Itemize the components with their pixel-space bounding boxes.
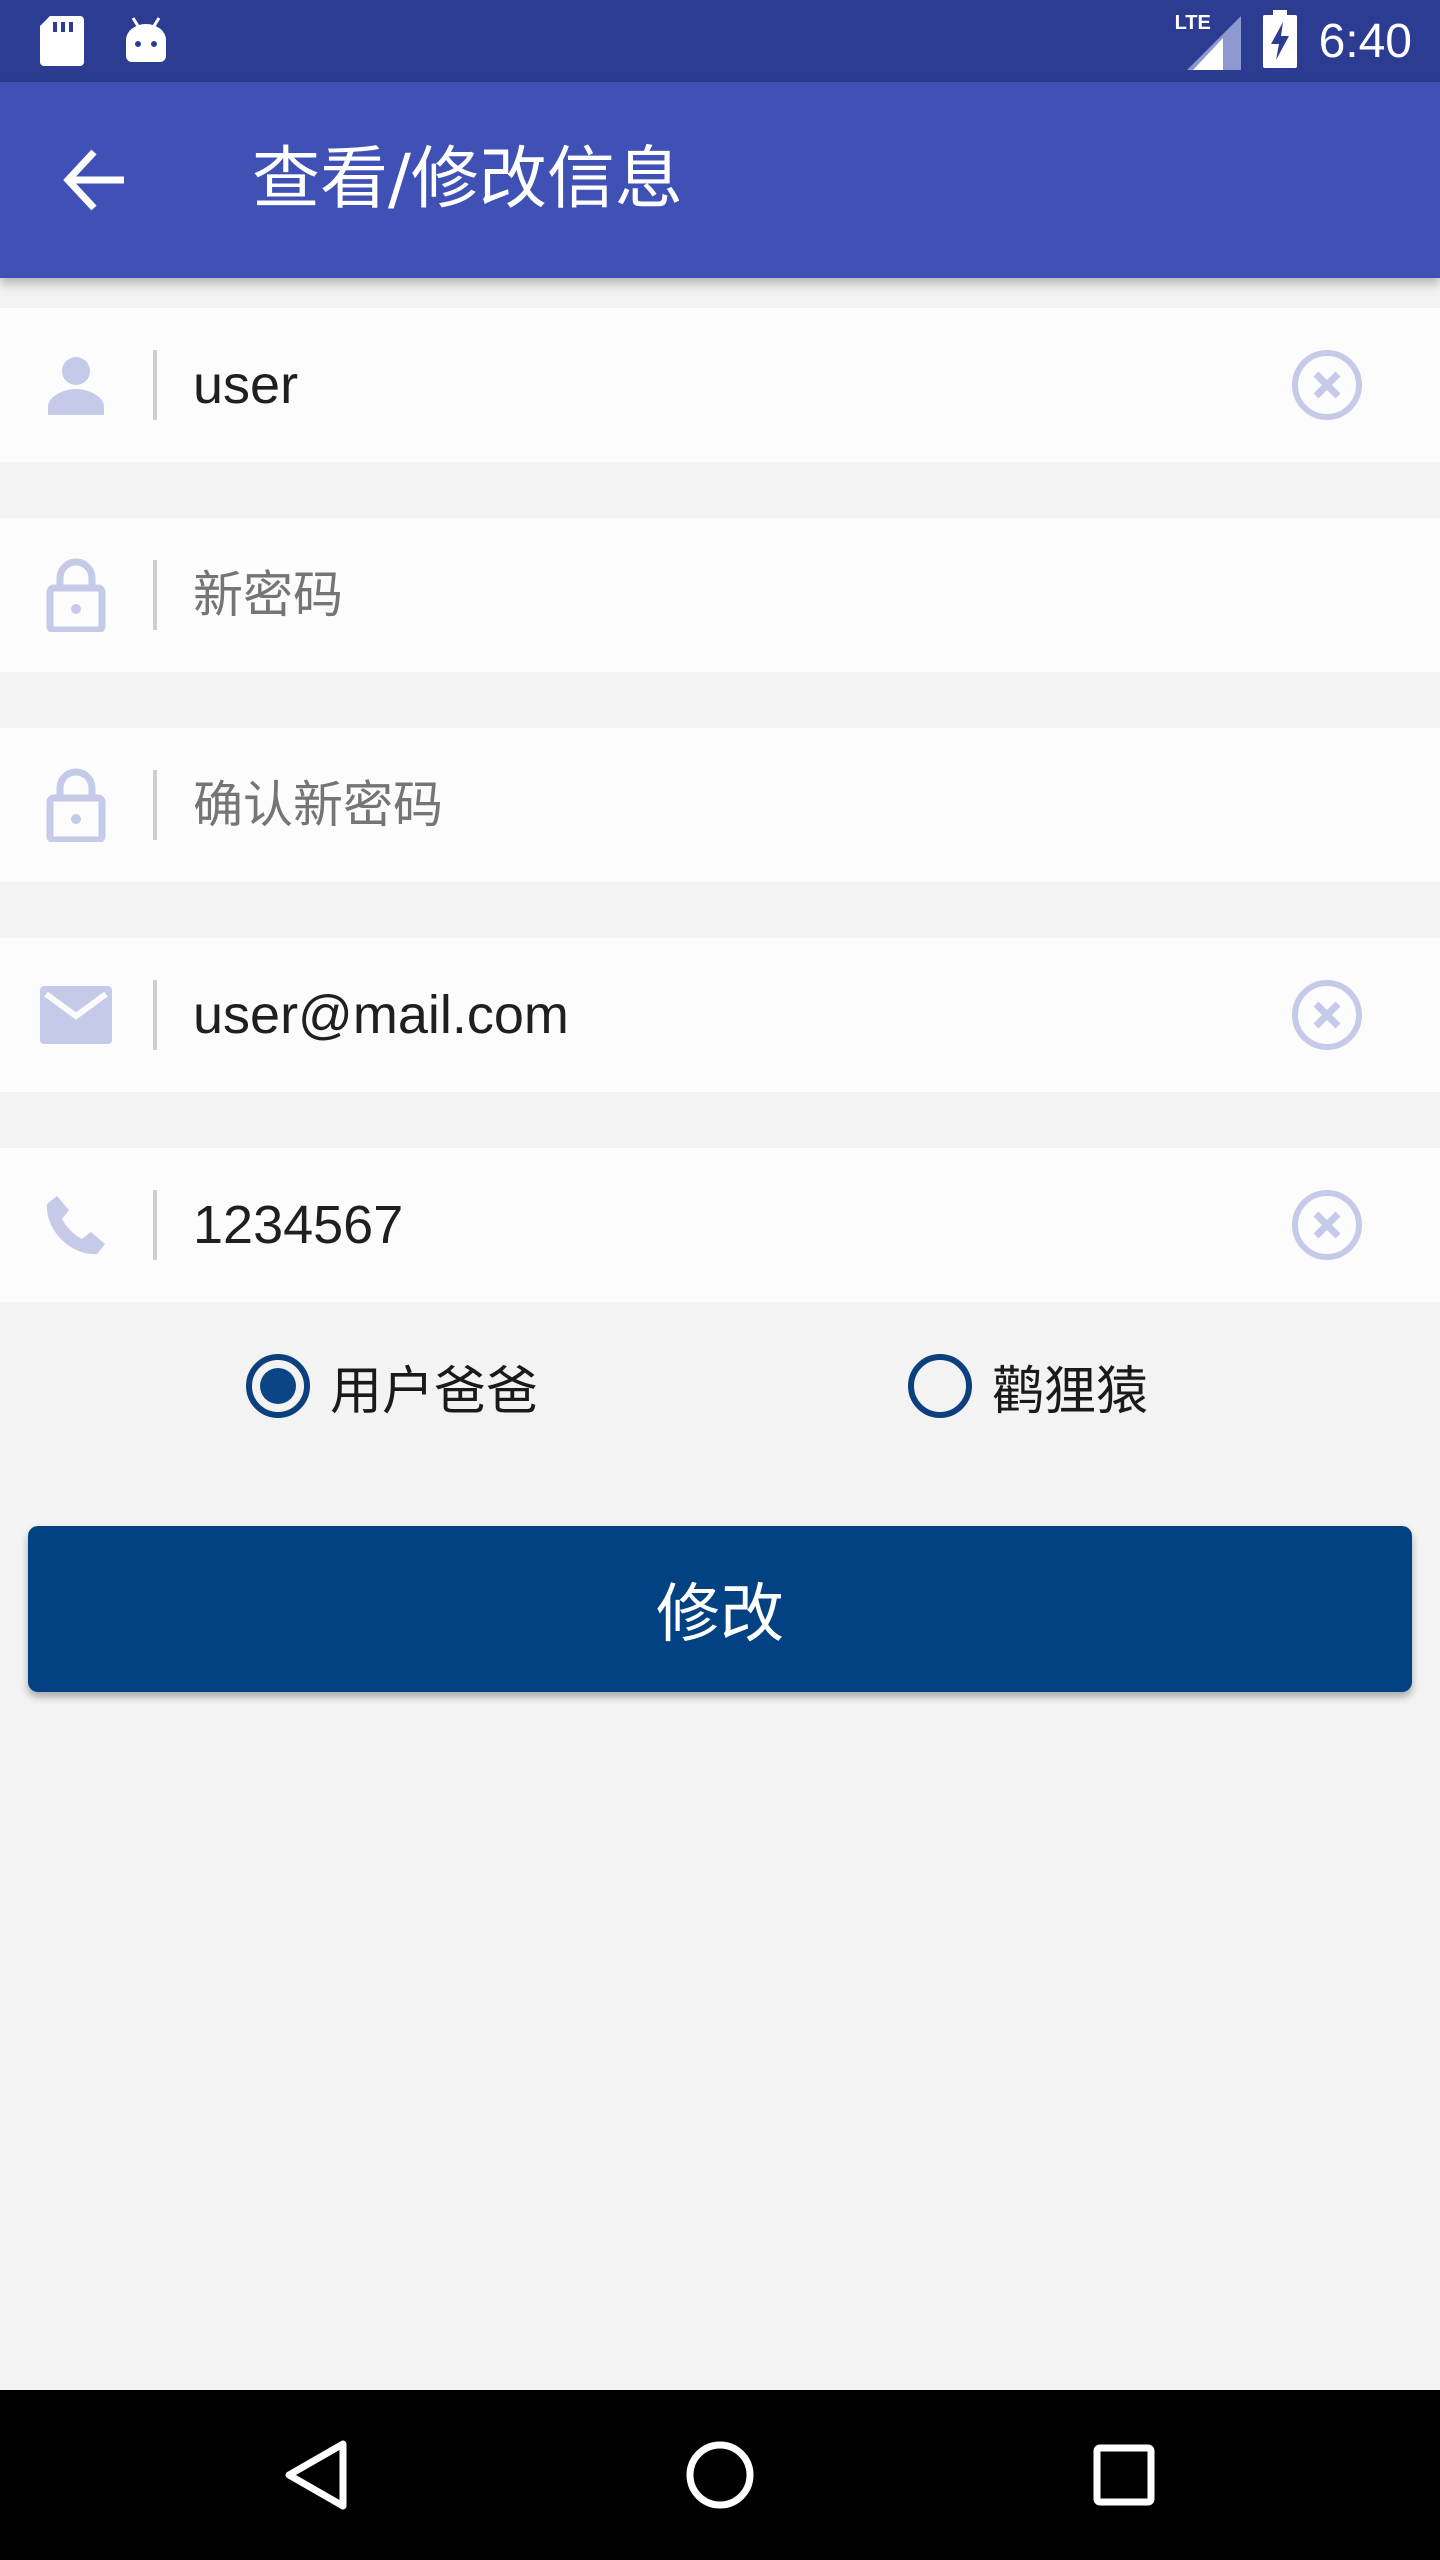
status-bar: LTE 6:40 [0,0,1440,82]
navigation-bar [0,2390,1440,2560]
lock-icon [40,555,112,635]
field-divider [153,350,157,420]
nav-home-button[interactable] [670,2425,770,2525]
username-field [0,308,1440,462]
back-button[interactable] [60,144,132,216]
edit-info-screen: LTE 6:40 查看/修改信息 user user@mail.com 1234… [0,0,1440,2560]
email-field [0,938,1440,1092]
radio-selected-icon[interactable] [246,1354,310,1418]
field-divider [153,1190,157,1260]
confirm-password-input[interactable] [193,764,1213,846]
submit-button[interactable]: 修改 [28,1526,1412,1692]
phone-input[interactable] [193,1184,1213,1266]
role-radio-group: 用户爸爸 鹳狸猿 [0,1330,1440,1440]
radio-unselected-icon[interactable] [908,1354,972,1418]
lte-label: LTE [1174,12,1211,34]
clear-circle-icon [1292,1190,1362,1260]
role-option-label: 用户爸爸 [330,1361,539,1422]
page-title: 查看/修改信息 [252,140,683,219]
nav-back-button[interactable] [266,2425,366,2525]
android-icon [124,16,168,66]
email-input[interactable] [193,974,1213,1056]
person-icon [40,345,112,425]
phone-icon [40,1185,112,1265]
app-bar: 查看/修改信息 [0,82,1440,278]
role-option-user[interactable]: 用户爸爸 [246,1346,538,1426]
clear-circle-icon [1292,350,1362,420]
new-password-field [0,518,1440,672]
clear-phone-button[interactable] [1290,1188,1364,1262]
mail-icon [40,975,112,1055]
phone-field [0,1148,1440,1302]
status-time: 6:40 [1318,14,1412,68]
clear-email-button[interactable] [1290,978,1364,1052]
new-password-input[interactable] [193,554,1213,636]
field-divider [153,980,157,1050]
battery-charging-icon [1262,10,1297,72]
clear-username-button[interactable] [1290,348,1364,422]
lock-icon [40,765,112,845]
confirm-password-field [0,728,1440,882]
back-triangle-icon [285,2440,347,2510]
role-option-label: 鹳狸猿 [992,1361,1149,1422]
clear-circle-icon [1292,980,1362,1050]
field-divider [153,560,157,630]
lte-signal-icon: LTE [1175,12,1241,70]
sd-card-icon [40,16,84,66]
role-option-admin[interactable]: 鹳狸猿 [908,1346,1148,1426]
username-input[interactable] [193,344,1213,426]
recents-square-icon [1093,2444,1155,2506]
nav-recents-button[interactable] [1074,2425,1174,2525]
field-divider [153,770,157,840]
home-circle-icon [686,2441,754,2509]
arrow-back-icon [63,149,124,211]
